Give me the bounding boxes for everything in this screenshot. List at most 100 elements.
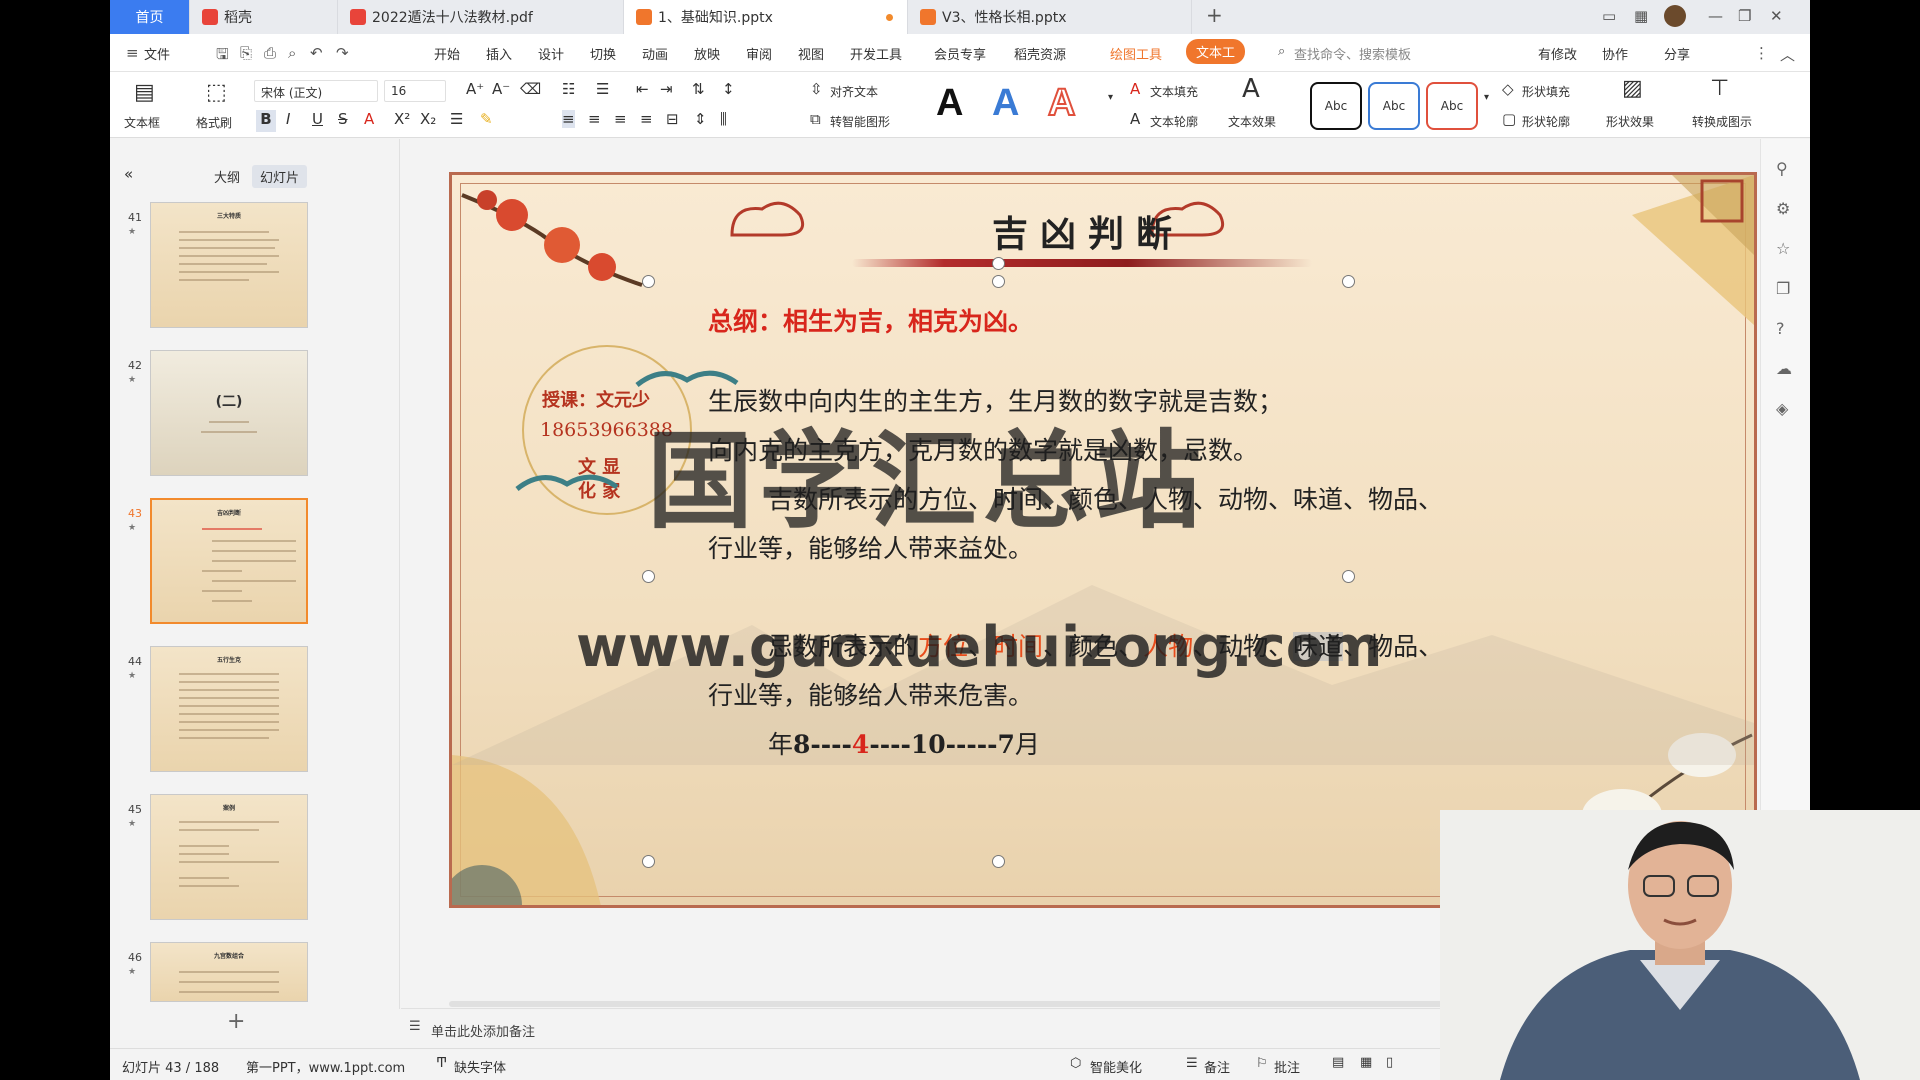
notes-toggle-button[interactable]: 备注 [1204,1057,1230,1076]
preview-icon[interactable]: ⌕ [288,44,296,62]
menu-review[interactable]: 审阅 [746,44,772,63]
print-icon[interactable]: ⎙ [264,44,276,62]
notes-placeholder[interactable]: 单击此处添加备注 [431,1021,535,1040]
smart-shape-button[interactable]: 转智能图形 [830,113,890,130]
resize-handle-t[interactable] [992,275,1005,288]
export-icon[interactable]: ⎘ [240,44,252,62]
redo-icon[interactable]: ↷ [336,44,349,62]
tab-pptx-active[interactable]: 1、基础知识.pptx [624,0,908,34]
sliders-icon[interactable]: ⚙ [1776,199,1790,218]
distribute-icon[interactable]: ⊟ [666,110,679,128]
shape-style-more-icon[interactable]: ▾ [1484,92,1489,103]
has-changes-button[interactable]: 有修改 [1538,44,1577,63]
menu-start[interactable]: 开始 [434,44,460,63]
decrease-indent-icon[interactable]: ⇤ [636,80,649,98]
bullets-icon[interactable]: ☷ [562,80,575,98]
backup-icon[interactable]: ☁ [1776,359,1792,378]
location-icon[interactable]: ◈ [1776,399,1788,418]
reading-view-icon[interactable]: ▯ [1386,1055,1393,1070]
undo-icon[interactable]: ↶ [310,44,323,62]
collab-button[interactable]: 协作 [1602,44,1628,63]
collapse-ribbon-icon[interactable]: ︿ [1780,44,1795,65]
format-painter-icon[interactable]: ⬚ [206,80,227,105]
font-color-icon[interactable]: A [364,110,374,128]
beautify-button[interactable]: 智能美化 [1090,1057,1142,1076]
highlight-icon[interactable]: ✎ [480,110,493,128]
slide-thumb-42[interactable]: (二) [150,350,308,476]
shrink-font-icon[interactable]: A⁻ [492,80,510,98]
sorter-view-icon[interactable]: ▦ [1360,1055,1372,1070]
body-line-7[interactable]: 年8----4----10-----7月 [768,725,1040,761]
resize-handle-tr[interactable] [1342,275,1355,288]
style-black-a[interactable]: A [936,82,963,125]
underline-icon[interactable]: U [312,110,323,128]
save-icon[interactable]: 🖫 [216,44,229,69]
columns-icon[interactable]: ⫼ [720,110,727,128]
theme-name[interactable]: 第一PPT，www.1ppt.com [246,1057,405,1076]
numbering-icon[interactable]: ☰ [596,80,609,98]
restore-icon[interactable]: ❐ [1738,7,1751,25]
increase-indent-icon[interactable]: ⇥ [660,80,673,98]
menu-insert[interactable]: 插入 [486,44,512,63]
superscript-icon[interactable]: X² [394,110,410,128]
shape-style-red[interactable]: Abc [1426,82,1478,130]
style-red-outline-a[interactable]: A [1047,81,1076,125]
strikethrough-icon[interactable]: S [338,110,348,128]
pin-icon[interactable]: ⚲ [1776,159,1788,178]
avatar[interactable] [1664,5,1686,27]
resize-handle-bl[interactable] [642,855,655,868]
minimize-icon[interactable]: — [1708,7,1723,25]
slide-thumb-44[interactable]: 五行生克 [150,646,308,772]
slide[interactable]: 吉凶判断 总纲：相生为吉，相克为凶。 授课：文元少 18653966388 文 … [449,172,1757,908]
share-button[interactable]: 分享 [1664,44,1690,63]
textbox-icon[interactable]: ▤ [134,80,155,105]
align-right-icon[interactable]: ≡ [614,110,627,128]
summary-text[interactable]: 总纲：相生为吉，相克为凶。 [708,302,1033,338]
grid-icon[interactable]: ▦ [1634,7,1648,25]
slide-thumb-45[interactable]: 案例 [150,794,308,920]
hamburger-icon[interactable]: ≡ [126,44,139,62]
menu-member[interactable]: 会员专享 [934,44,986,63]
align-left-icon[interactable]: ≡ [562,110,575,128]
text-outline-button[interactable]: 文本轮廓 [1150,113,1198,130]
collapse-panel-icon[interactable]: « [116,163,141,185]
font-select[interactable]: 宋体 (正文) [254,80,378,102]
slide-thumb-41[interactable]: 三大特质 [150,202,308,328]
shape-effect-button[interactable]: 形状效果 [1606,113,1654,130]
align-center-icon[interactable]: ≡ [588,110,601,128]
comment-button[interactable]: 批注 [1274,1057,1300,1076]
style-blue-a[interactable]: A [992,82,1019,125]
search-input[interactable]: 查找命令、搜索模板 [1294,44,1411,63]
menu-design[interactable]: 设计 [538,44,564,63]
tab-outline[interactable]: 大纲 [206,165,248,188]
shape-style-black[interactable]: Abc [1310,82,1362,130]
shape-outline-button[interactable]: 形状轮廓 [1522,113,1570,130]
italic-icon[interactable]: I [286,110,290,128]
add-slide-icon[interactable]: + [227,1009,245,1034]
slide-title[interactable]: 吉凶判断 [992,205,1184,257]
text-effect-button[interactable]: 文本效果 [1228,113,1276,130]
resize-handle-r[interactable] [1342,570,1355,583]
more-icon[interactable]: ⋮ [1754,44,1769,62]
menu-slideshow[interactable]: 放映 [694,44,720,63]
line-spacing-icon[interactable]: ↕ [722,80,735,98]
menu-text-tools[interactable]: 文本工 [1186,39,1246,64]
subscript-icon[interactable]: X₂ [420,110,436,128]
clear-format-icon[interactable]: ⌫ [520,80,541,98]
tab-home[interactable]: 首页 [110,0,190,34]
grow-font-icon[interactable]: A⁺ [466,80,484,98]
slide-thumb-43-selected[interactable]: 吉凶判断 [150,498,308,624]
horizontal-scrollbar[interactable] [449,1001,1549,1007]
phonetic-icon[interactable]: ☰ [450,110,463,128]
layers-icon[interactable]: ❐ [1776,279,1790,298]
star-outline-icon[interactable]: ☆ [1776,239,1790,258]
rotate-handle[interactable] [992,257,1005,270]
convert-diagram-button[interactable]: 转换成图示 [1692,113,1752,130]
new-tab-icon[interactable]: + [1206,3,1223,27]
layout-icon[interactable]: ▭ [1602,7,1616,25]
menu-view[interactable]: 视图 [798,44,824,63]
resize-handle-l[interactable] [642,570,655,583]
textbox-label[interactable]: 文本框 [124,114,160,131]
tab-docer[interactable]: 稻壳 [190,0,338,34]
slide-thumb-46[interactable]: 九宫数组合 [150,942,308,1002]
